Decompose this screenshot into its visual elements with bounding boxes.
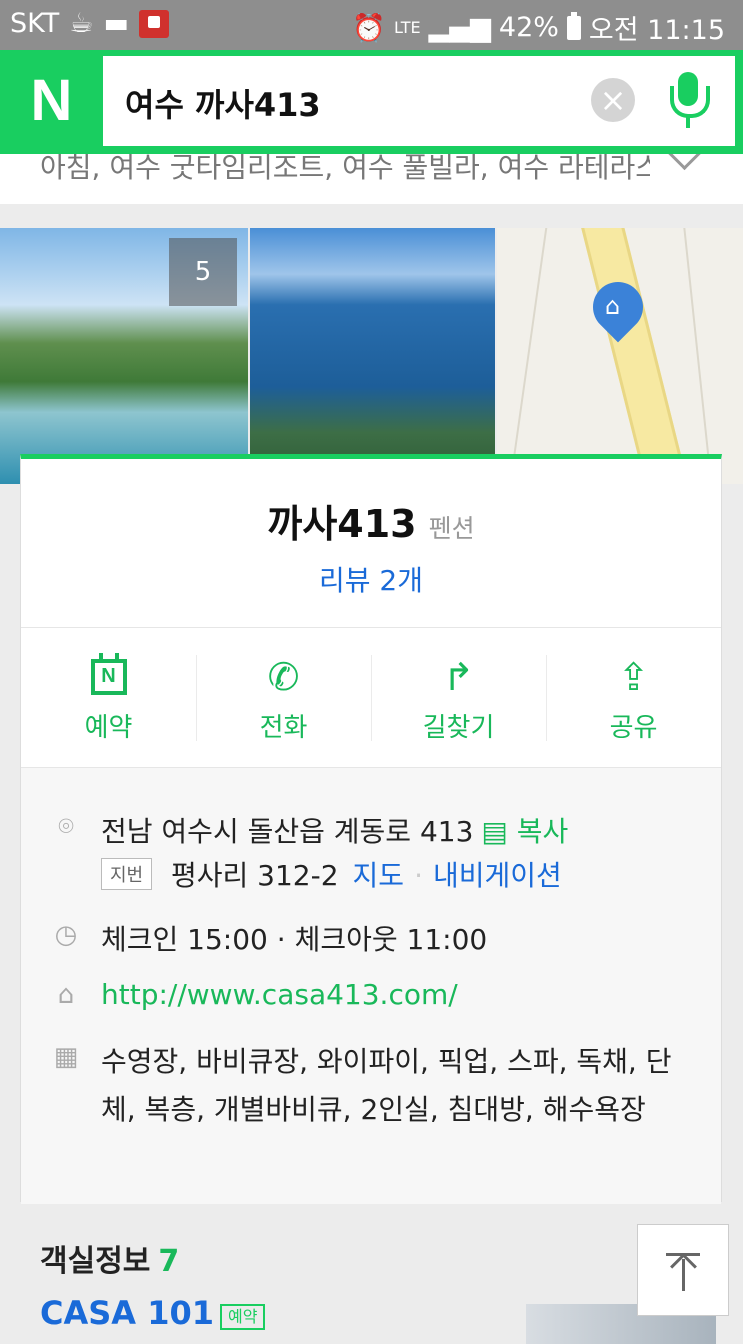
search-header: N 여수 까사413 × [0, 50, 743, 154]
microphone-icon[interactable] [668, 72, 710, 132]
related-searches-text[interactable]: 아침, 여수 굿타임리조트, 여수 풀빌라, 여수 라테라스 [40, 154, 650, 186]
call-button[interactable]: ✆ 전화 [196, 627, 371, 767]
website-link[interactable]: http://www.casa413.com/ [101, 978, 458, 1011]
home-icon: ⌂ [57, 980, 75, 1010]
coffee-icon: ☕ [69, 8, 94, 39]
call-label: 전화 [259, 713, 308, 743]
map-link[interactable]: 지도 [353, 859, 405, 892]
related-searches: 아침, 여수 굿타임리조트, 여수 풀빌라, 여수 라테라스 [0, 154, 743, 204]
network-label: LTE [394, 18, 421, 37]
lot-address: 평사리 312-2 지도 · 내비게이션 [171, 854, 562, 894]
review-link[interactable]: 리뷰 2개 [21, 559, 721, 599]
search-box[interactable]: 여수 까사413 × [103, 56, 735, 146]
place-title: 까사413 펜션 [21, 493, 721, 548]
battery-percent: 42% [498, 12, 559, 43]
clock-icon: ◷ [54, 920, 78, 950]
share-icon: ⇪ [617, 655, 650, 699]
photo-sea-view[interactable] [250, 228, 495, 484]
store-icon: ▦ [53, 1042, 79, 1072]
map-thumbnail[interactable]: ⌂ [497, 228, 743, 484]
map-road [578, 228, 694, 484]
room-info-title: 객실정보 7 [40, 1236, 179, 1280]
calendar-icon: N [87, 653, 131, 699]
place-name: 까사413 [267, 502, 417, 546]
photo-count-badge: 5 [169, 238, 237, 306]
room-count: 7 [158, 1244, 180, 1279]
chat-icon: ▬ [103, 8, 129, 39]
naver-logo[interactable]: N [0, 50, 103, 150]
phone-icon: ✆ [267, 655, 300, 699]
lot-address-text: 평사리 312-2 [171, 859, 339, 892]
photo-strip: 5 ⌂ [0, 228, 743, 484]
amenities-text: 수영장, 바비큐장, 와이파이, 픽업, 스파, 독채, 단체, 복층, 개별바… [101, 1045, 672, 1126]
copy-address-button[interactable]: ▤ 복사 [481, 815, 568, 848]
photo-beach[interactable]: 5 [0, 228, 248, 484]
search-input[interactable]: 여수 까사413 [125, 80, 321, 126]
status-bar: SKT ☕ ▬ ⏰ LTE ▂▄▆ 42% 오전 11:15 [0, 0, 743, 50]
signal-icon: ▂▄▆ [428, 12, 491, 43]
address: 전남 여수시 돌산읍 계동로 413 ▤ 복사 [101, 810, 568, 850]
directions-icon: ↱ [442, 655, 475, 699]
share-button[interactable]: ⇪ 공유 [546, 627, 721, 767]
place-category: 펜션 [428, 514, 475, 543]
chevron-down-icon[interactable] [666, 154, 703, 171]
alarm-icon: ⏰ [352, 12, 387, 44]
homeplus-icon [138, 9, 169, 38]
carrier-label: SKT [10, 8, 60, 39]
room-info-label: 객실정보 [40, 1244, 151, 1279]
scroll-to-top-button[interactable] [637, 1224, 729, 1316]
book-badge[interactable]: 예약 [220, 1304, 266, 1330]
reserve-label: 예약 [84, 713, 133, 743]
directions-button[interactable]: ↱ 길찾기 [371, 627, 546, 767]
directions-label: 길찾기 [422, 713, 495, 743]
room-name-link[interactable]: CASA 101 [40, 1294, 214, 1332]
share-label: 공유 [609, 713, 658, 743]
battery-icon [566, 11, 581, 40]
separator: · [414, 859, 423, 892]
check-in-out-time: 체크인 15:00 · 체크아웃 11:00 [101, 923, 488, 956]
location-pin-icon: ⌾ [58, 812, 74, 842]
clear-search-button[interactable]: × [591, 78, 635, 122]
navigation-link[interactable]: 내비게이션 [433, 859, 562, 892]
action-bar: N 예약 ✆ 전화 ↱ 길찾기 ⇪ 공유 [21, 627, 721, 767]
place-card: 까사413 펜션 리뷰 2개 N 예약 ✆ 전화 ↱ 길찾기 ⇪ 공유 ⌾ 전남 … [20, 454, 722, 1204]
pension-icon: ⌂ [605, 292, 621, 320]
lot-number-badge: 지번 [101, 858, 153, 890]
clock: 오전 11:15 [588, 15, 725, 46]
address-text: 전남 여수시 돌산읍 계동로 413 [101, 815, 474, 848]
place-info: ⌾ 전남 여수시 돌산읍 계동로 413 ▤ 복사 지번 평사리 312-2 지도 ·… [21, 767, 721, 1204]
reserve-button[interactable]: N 예약 [21, 627, 196, 767]
